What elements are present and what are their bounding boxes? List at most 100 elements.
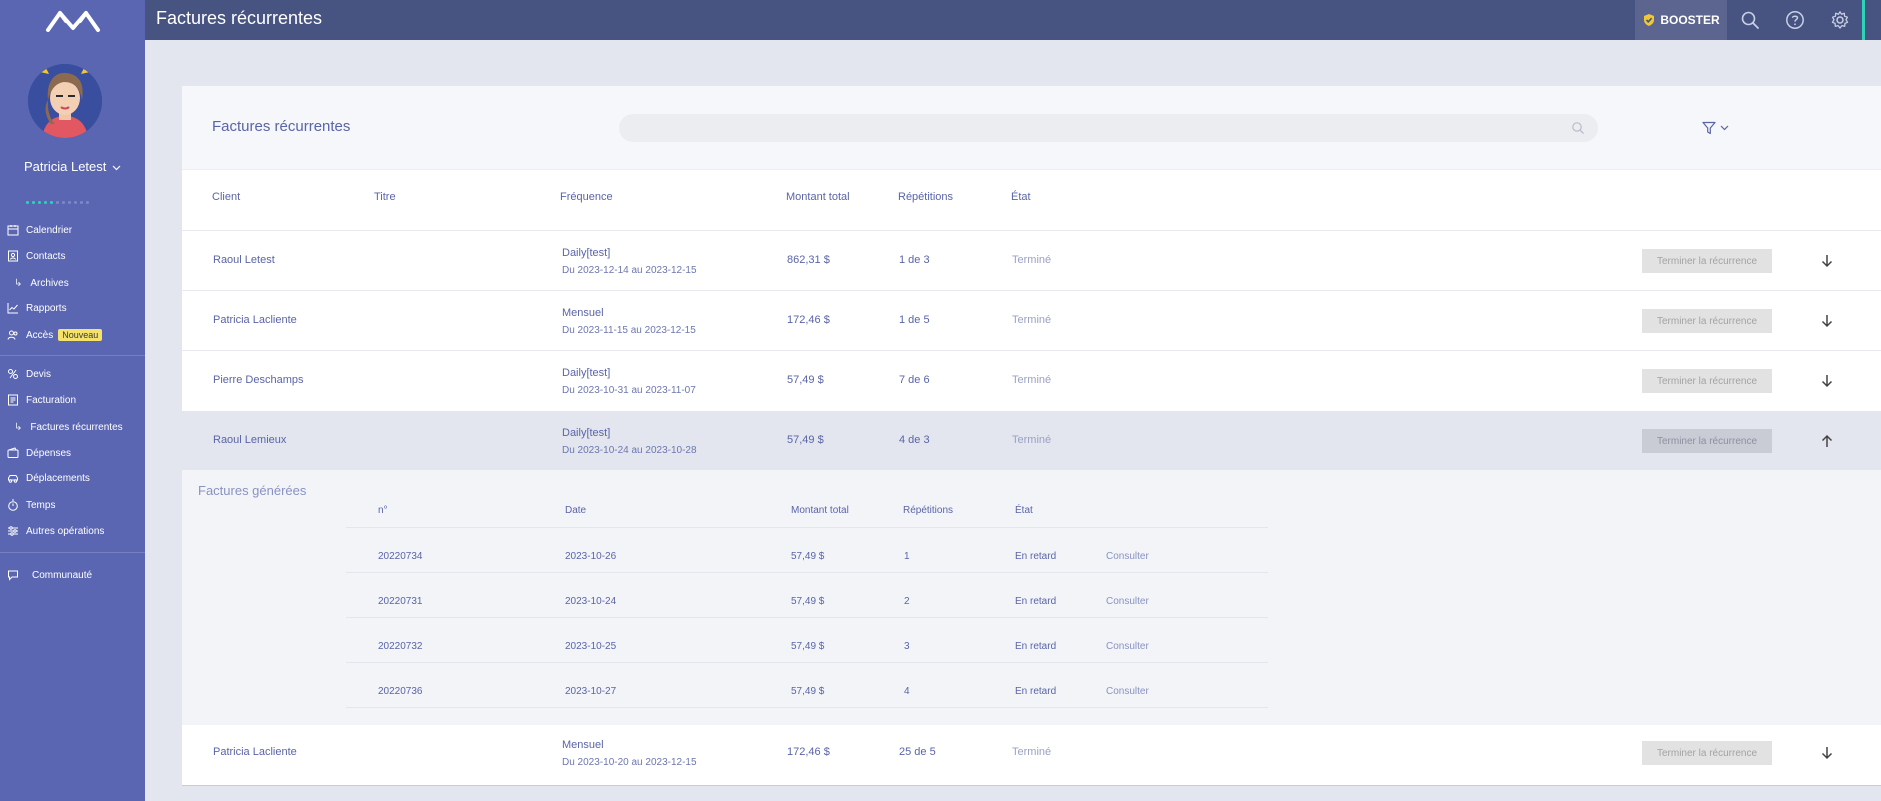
sidebar-item-autres-operations[interactable]: Autres opérations <box>0 521 145 541</box>
invoice-status: En retard <box>1015 551 1057 562</box>
invoice-date: 2023-10-25 <box>565 641 617 652</box>
sidebar-item-deplacements[interactable]: Déplacements <box>0 468 145 488</box>
sidebar-item-contacts[interactable]: Contacts <box>0 246 145 266</box>
sidebar-item-communaute[interactable]: Communauté <box>0 565 145 585</box>
app-logo[interactable] <box>0 0 145 40</box>
end-recurrence-button[interactable]: Terminer la récurrence <box>1642 309 1772 333</box>
arrow-down-icon[interactable] <box>1819 745 1835 761</box>
end-recurrence-button[interactable]: Terminer la récurrence <box>1642 369 1772 393</box>
invoice-status: En retard <box>1015 641 1057 652</box>
contacts-icon <box>6 249 20 263</box>
sidebar-item-label: Facturation <box>26 394 77 406</box>
column-header-date: Date <box>565 505 587 516</box>
accent-strip <box>1862 0 1881 40</box>
column-header-montant: Montant total <box>791 505 849 516</box>
stopwatch-icon <box>6 498 20 512</box>
view-invoice-link[interactable]: Consulter <box>1106 686 1149 697</box>
sidebar-item-calendrier[interactable]: Calendrier <box>0 220 145 240</box>
period: Du 2023-10-20 au 2023-12-15 <box>562 757 697 768</box>
arrow-up-icon[interactable] <box>1819 433 1835 449</box>
sidebar-item-devis[interactable]: Devis <box>0 364 145 384</box>
end-recurrence-button[interactable]: Terminer la récurrence <box>1642 249 1772 273</box>
client-name: Patricia Lacliente <box>213 746 297 758</box>
sidebar-item-facturation[interactable]: Facturation <box>0 390 145 410</box>
invoice-repetition: 4 <box>904 686 910 697</box>
help-icon[interactable] <box>1783 8 1807 32</box>
sidebar-item-rapports[interactable]: Rapports <box>0 298 145 318</box>
sidebar-item-temps[interactable]: Temps <box>0 495 145 515</box>
sidebar: Patricia Letest Calendrier Contacts ↳ Ar… <box>0 40 145 801</box>
divider <box>346 617 1268 618</box>
status: Terminé <box>1012 746 1052 758</box>
gear-icon[interactable] <box>1828 8 1852 32</box>
sidebar-item-archives[interactable]: ↳ Archives <box>0 273 145 293</box>
invoice-status: En retard <box>1015 686 1057 697</box>
card-header: Factures récurrentes <box>182 86 1881 170</box>
sidebar-item-depenses[interactable]: Dépenses <box>0 443 145 463</box>
car-icon <box>6 471 20 485</box>
column-header-frequence[interactable]: Fréquence <box>560 191 613 203</box>
sidebar-item-label: Déplacements <box>26 472 90 484</box>
profile-progress <box>26 201 89 204</box>
sidebar-item-label: Devis <box>26 368 52 380</box>
divider <box>346 572 1268 573</box>
column-header-montant[interactable]: Montant total <box>786 191 850 203</box>
frequency: Mensuel <box>562 307 604 319</box>
period: Du 2023-12-14 au 2023-12-15 <box>562 265 697 276</box>
booster-button[interactable]: BOOSTER <box>1635 0 1727 40</box>
status: Terminé <box>1012 434 1052 446</box>
nav-divider <box>0 355 145 356</box>
table-row[interactable]: Patricia Lacliente Mensuel Du 2023-10-20… <box>182 726 1881 786</box>
end-recurrence-button[interactable]: Terminer la récurrence <box>1642 429 1772 453</box>
sidebar-item-factures-recurrentes[interactable]: ↳ Factures récurrentes <box>0 417 145 437</box>
arrow-down-icon[interactable] <box>1819 313 1835 329</box>
sidebar-item-label: Autres opérations <box>26 525 105 537</box>
invoice-icon <box>6 393 20 407</box>
table-row[interactable]: Patricia Lacliente Mensuel Du 2023-11-15… <box>182 291 1881 351</box>
repetitions: 25 de 5 <box>899 746 936 758</box>
table-row[interactable]: Raoul Letest Daily[test] Du 2023-12-14 a… <box>182 231 1881 291</box>
filter-dropdown[interactable] <box>1701 120 1731 136</box>
repetitions: 1 de 3 <box>899 254 930 266</box>
period: Du 2023-10-31 au 2023-11-07 <box>562 385 696 396</box>
total-amount: 57,49 $ <box>787 374 824 386</box>
invoice-date: 2023-10-24 <box>565 596 617 607</box>
view-invoice-link[interactable]: Consulter <box>1106 596 1149 607</box>
end-recurrence-button[interactable]: Terminer la récurrence <box>1642 741 1772 765</box>
table-row[interactable]: Pierre Deschamps Daily[test] Du 2023-10-… <box>182 351 1881 411</box>
invoice-amount: 57,49 $ <box>791 596 825 607</box>
repetitions: 4 de 3 <box>899 434 930 446</box>
user-menu[interactable]: Patricia Letest <box>0 159 145 174</box>
total-amount: 172,46 $ <box>787 314 830 326</box>
column-header-client[interactable]: Client <box>212 191 240 203</box>
column-header-repetitions[interactable]: Répétitions <box>898 191 953 203</box>
arrow-down-icon[interactable] <box>1819 253 1835 269</box>
chart-icon <box>6 301 20 315</box>
column-header-etat[interactable]: État <box>1011 191 1031 203</box>
divider <box>182 785 1881 786</box>
invoice-status: En retard <box>1015 596 1057 607</box>
total-amount: 862,31 $ <box>787 254 830 266</box>
search-input[interactable] <box>619 114 1598 142</box>
view-invoice-link[interactable]: Consulter <box>1106 641 1149 652</box>
frequency: Daily[test] <box>562 427 611 439</box>
column-header-titre[interactable]: Titre <box>374 191 396 203</box>
sidebar-item-label: Rapports <box>26 302 67 314</box>
total-amount: 57,49 $ <box>787 434 824 446</box>
table-row-expanded[interactable]: Raoul Lemieux Daily[test] Du 2023-10-24 … <box>182 411 1881 471</box>
status: Terminé <box>1012 254 1052 266</box>
invoice-amount: 57,49 $ <box>791 686 825 697</box>
nav-divider <box>0 552 145 553</box>
avatar[interactable] <box>28 64 102 138</box>
search-icon[interactable] <box>1738 8 1762 32</box>
search-icon[interactable] <box>1571 121 1585 135</box>
sidebar-item-label: Temps <box>26 499 56 511</box>
chat-icon <box>6 568 20 582</box>
column-header-etat: État <box>1015 505 1033 516</box>
sub-arrow-icon: ↳ <box>14 277 23 289</box>
invoice-repetition: 2 <box>904 596 910 607</box>
view-invoice-link[interactable]: Consulter <box>1106 551 1149 562</box>
arrow-down-icon[interactable] <box>1819 373 1835 389</box>
sidebar-item-acces[interactable]: Accès Nouveau <box>0 325 145 345</box>
invoice-repetition: 1 <box>904 551 910 562</box>
